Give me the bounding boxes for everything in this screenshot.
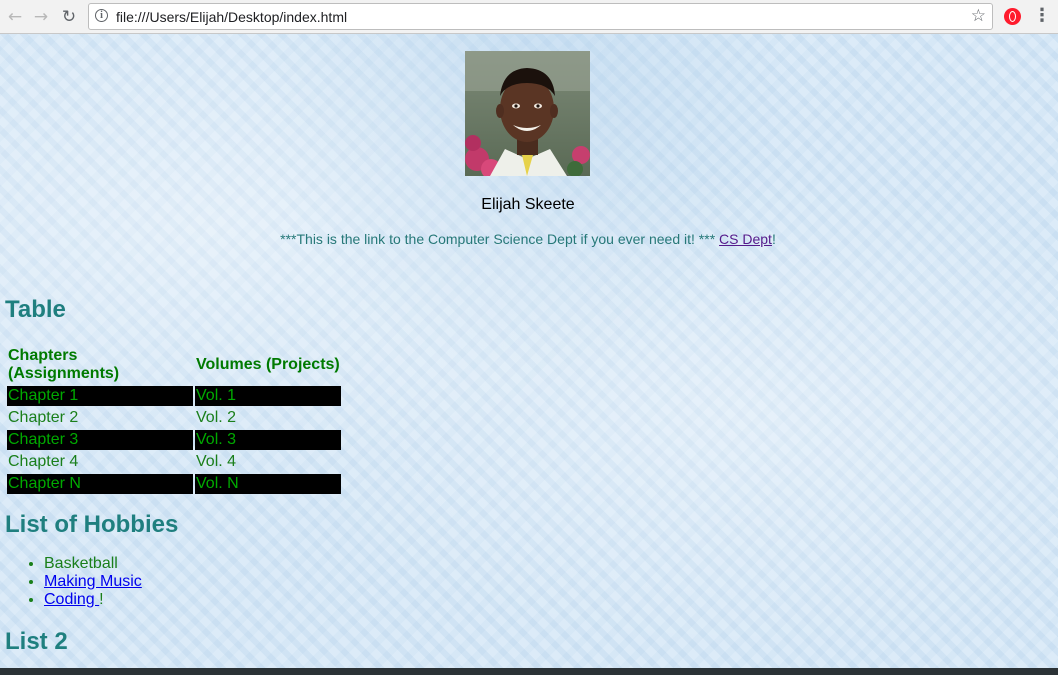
page-body: Elijah Skeete ***This is the link to the… [0, 34, 1058, 668]
chapters-table: Chapters (Assignments) Volumes (Projects… [5, 344, 343, 496]
table-row: Chapter N Vol. N [7, 474, 341, 494]
list-item: Basketball [44, 555, 142, 573]
table-heading: Table [5, 296, 66, 323]
hobby-making-music-link[interactable]: Making Music [44, 573, 142, 590]
menu-icon[interactable]: ⋮ [1033, 6, 1051, 26]
table-cell-chapter: Chapter 2 [8, 409, 79, 426]
table-row: Chapter 1 Vol. 1 [7, 386, 341, 406]
address-bar[interactable]: i file:///Users/Elijah/Desktop/index.htm… [88, 3, 993, 30]
table-cell-chapter: Chapter 1 [7, 386, 193, 406]
profile-photo-image [465, 51, 590, 176]
back-arrow-icon[interactable]: ← [5, 7, 25, 27]
column-header-chapters: Chapters (Assignments) [8, 347, 120, 382]
hobby-coding-suffix: ! [99, 591, 104, 608]
cs-dept-link[interactable]: CS Dept [719, 231, 772, 247]
table-cell-chapter: Chapter 3 [7, 430, 193, 450]
taskbar-strip [0, 668, 1058, 675]
table-cell-volume: Vol. 3 [195, 430, 341, 450]
list-item: Coding ! [44, 591, 142, 609]
hobby-coding-link[interactable]: Coding [44, 591, 99, 608]
hobbies-heading: List of Hobbies [5, 511, 179, 538]
table-cell-volume: Vol. 1 [195, 386, 341, 406]
hobby-basketball: Basketball [44, 555, 118, 572]
star-icon[interactable]: ☆ [971, 6, 986, 26]
browser-toolbar: ← → ↻ i file:///Users/Elijah/Desktop/ind… [0, 0, 1058, 34]
profile-photo [465, 51, 590, 176]
url-text[interactable]: file:///Users/Elijah/Desktop/index.html [116, 9, 347, 25]
forward-arrow-icon[interactable]: → [31, 7, 51, 27]
author-name: Elijah Skeete [481, 196, 575, 213]
hobbies-list: Basketball Making Music Coding ! [0, 555, 142, 609]
table-cell-volume: Vol. N [195, 474, 341, 494]
table-cell-chapter: Chapter 4 [8, 453, 79, 470]
table-cell-volume: Vol. 4 [196, 453, 237, 470]
opera-icon[interactable] [1004, 8, 1021, 25]
notice-text: ***This is the link to the Computer Scie… [280, 231, 720, 247]
cs-dept-notice: ***This is the link to the Computer Scie… [0, 231, 1056, 247]
table-cell-volume: Vol. 2 [196, 409, 237, 426]
info-icon[interactable]: i [95, 9, 108, 22]
table-cell-chapter: Chapter N [7, 474, 193, 494]
column-header-volumes: Volumes (Projects) [196, 356, 340, 373]
list-item: Making Music [44, 573, 142, 591]
table-row: Chapter 2 Vol. 2 [7, 408, 341, 428]
list2-heading: List 2 [5, 628, 68, 655]
table-header-row: Chapters (Assignments) Volumes (Projects… [7, 346, 341, 384]
reload-icon[interactable]: ↻ [59, 7, 79, 27]
notice-suffix: ! [771, 231, 776, 247]
table-row: Chapter 4 Vol. 4 [7, 452, 341, 472]
table-row: Chapter 3 Vol. 3 [7, 430, 341, 450]
